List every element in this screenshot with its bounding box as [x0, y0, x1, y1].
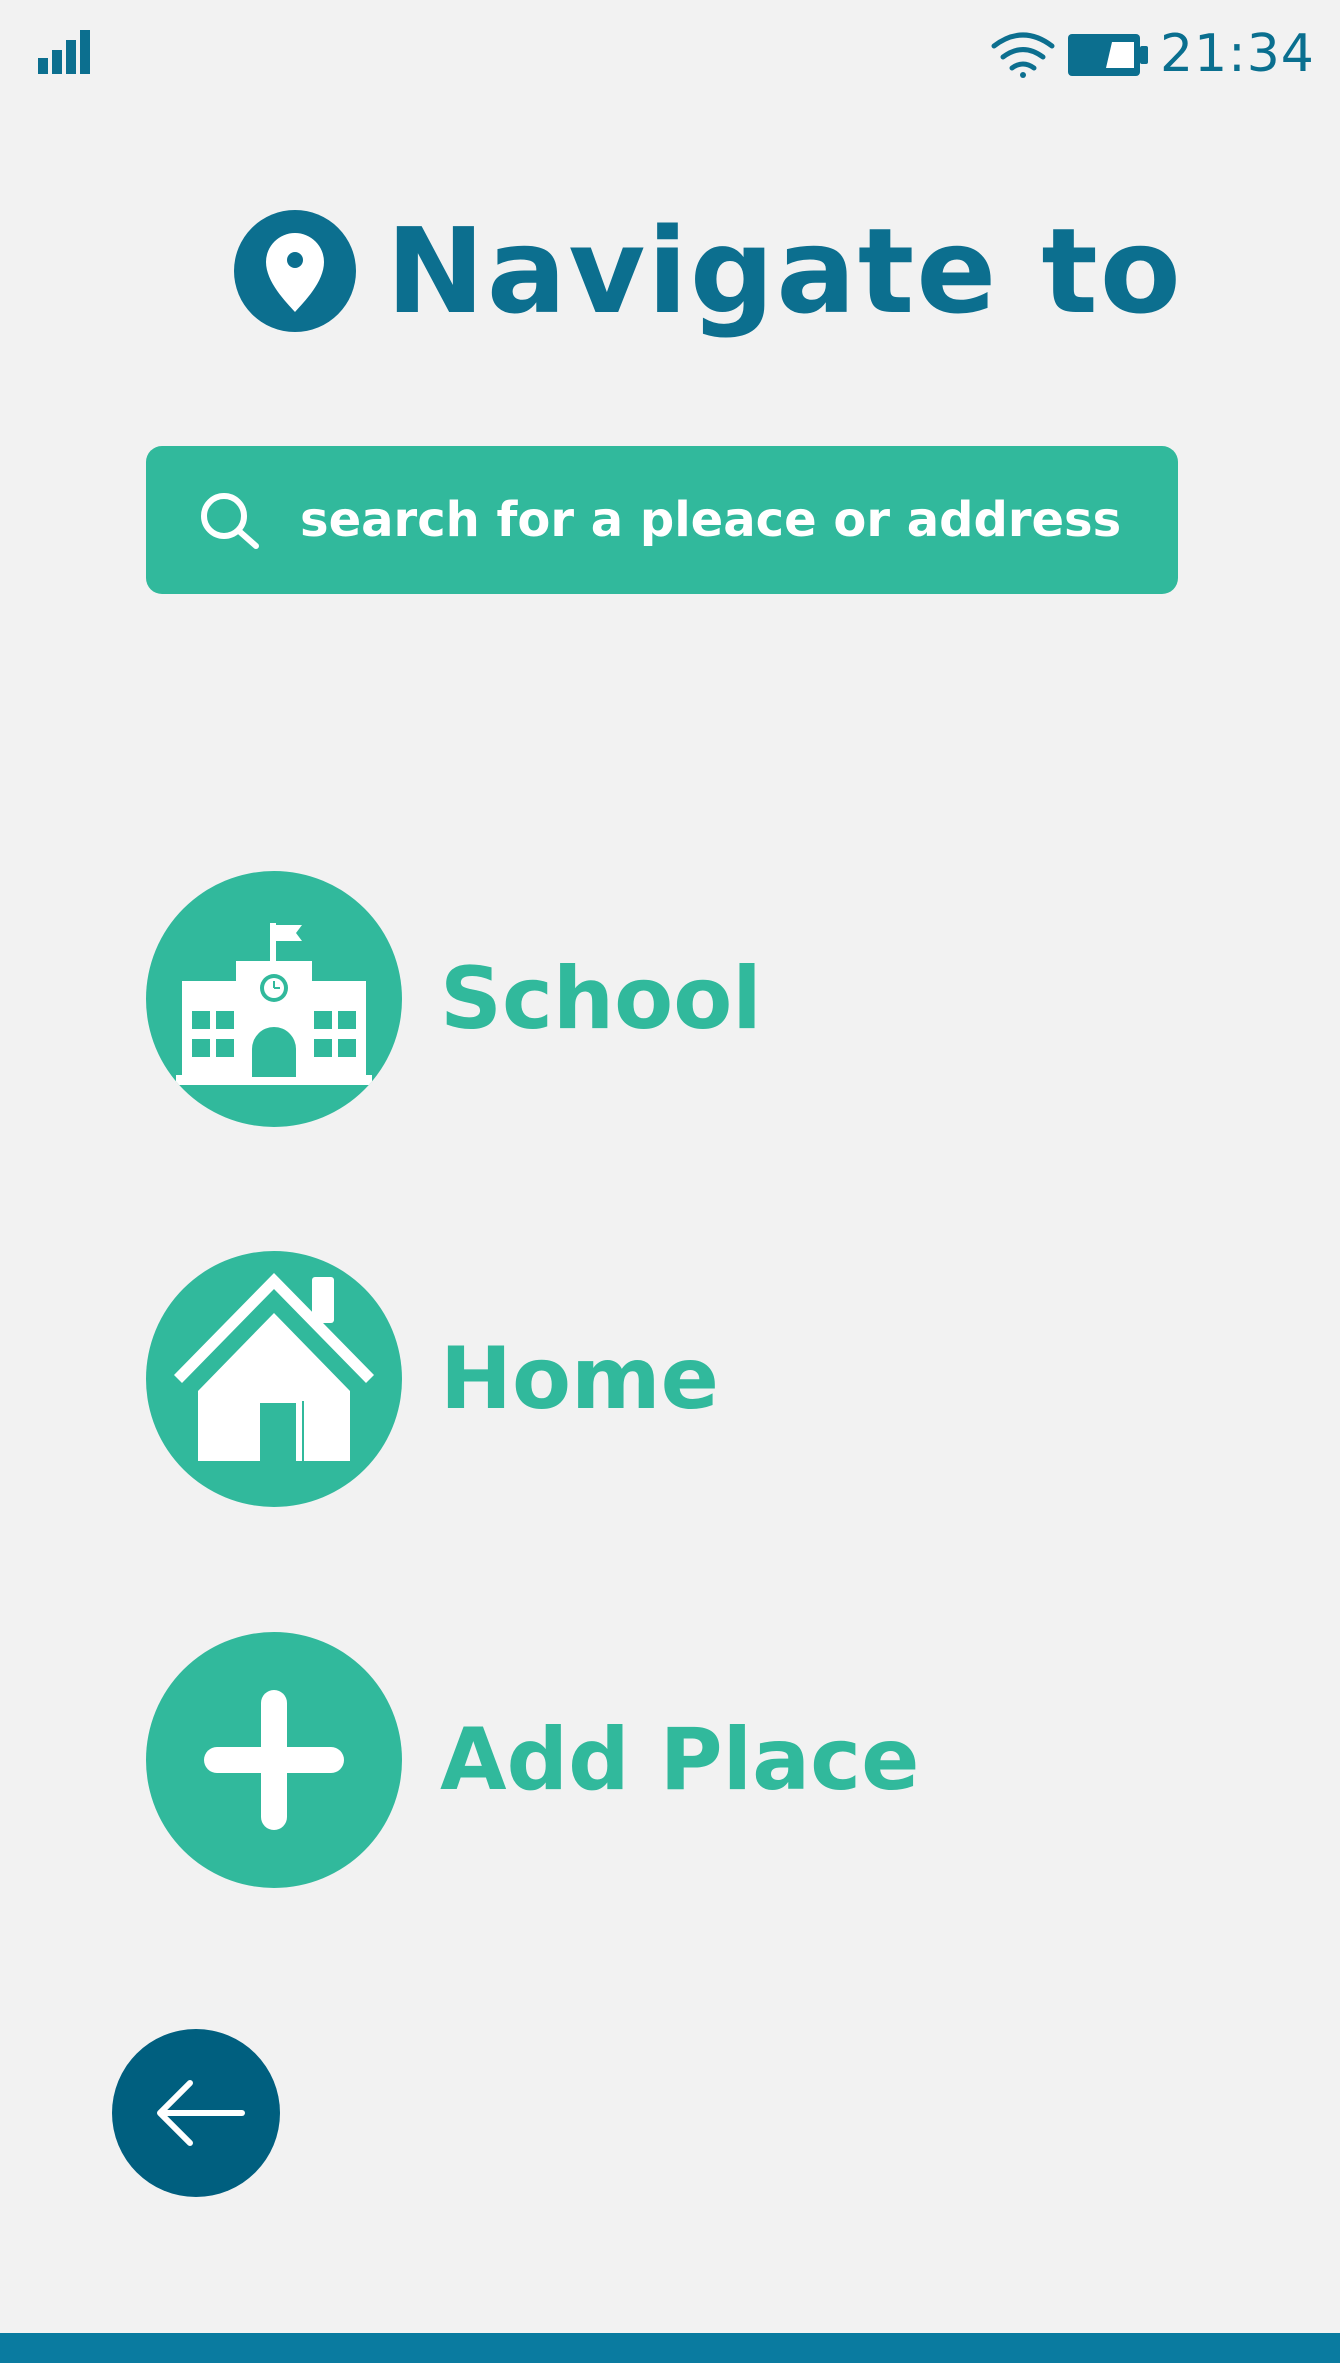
battery-icon: [1066, 32, 1150, 78]
map-pin-icon: [234, 210, 356, 332]
signal-icon: [38, 30, 96, 74]
search-icon: [198, 490, 262, 554]
page-title: Navigate to: [386, 202, 1183, 340]
wifi-icon: [990, 30, 1056, 78]
search-input[interactable]: search for a pleace or address: [146, 446, 1178, 594]
status-time: 21:34: [1160, 24, 1315, 84]
place-label-add-place: Add Place: [440, 1710, 920, 1810]
back-arrow-icon: [157, 2080, 245, 2146]
place-item-home[interactable]: Home: [146, 1251, 1046, 1507]
place-label-home: Home: [440, 1329, 719, 1429]
bottom-bar: [0, 2333, 1340, 2363]
place-item-add-place[interactable]: Add Place: [146, 1632, 1046, 1888]
plus-icon: [146, 1632, 402, 1888]
back-button[interactable]: [112, 2029, 280, 2197]
home-icon: [146, 1251, 402, 1507]
school-icon: [146, 871, 402, 1127]
place-label-school: School: [440, 949, 762, 1049]
search-placeholder: search for a pleace or address: [300, 492, 1122, 548]
place-item-school[interactable]: School: [146, 871, 1046, 1127]
